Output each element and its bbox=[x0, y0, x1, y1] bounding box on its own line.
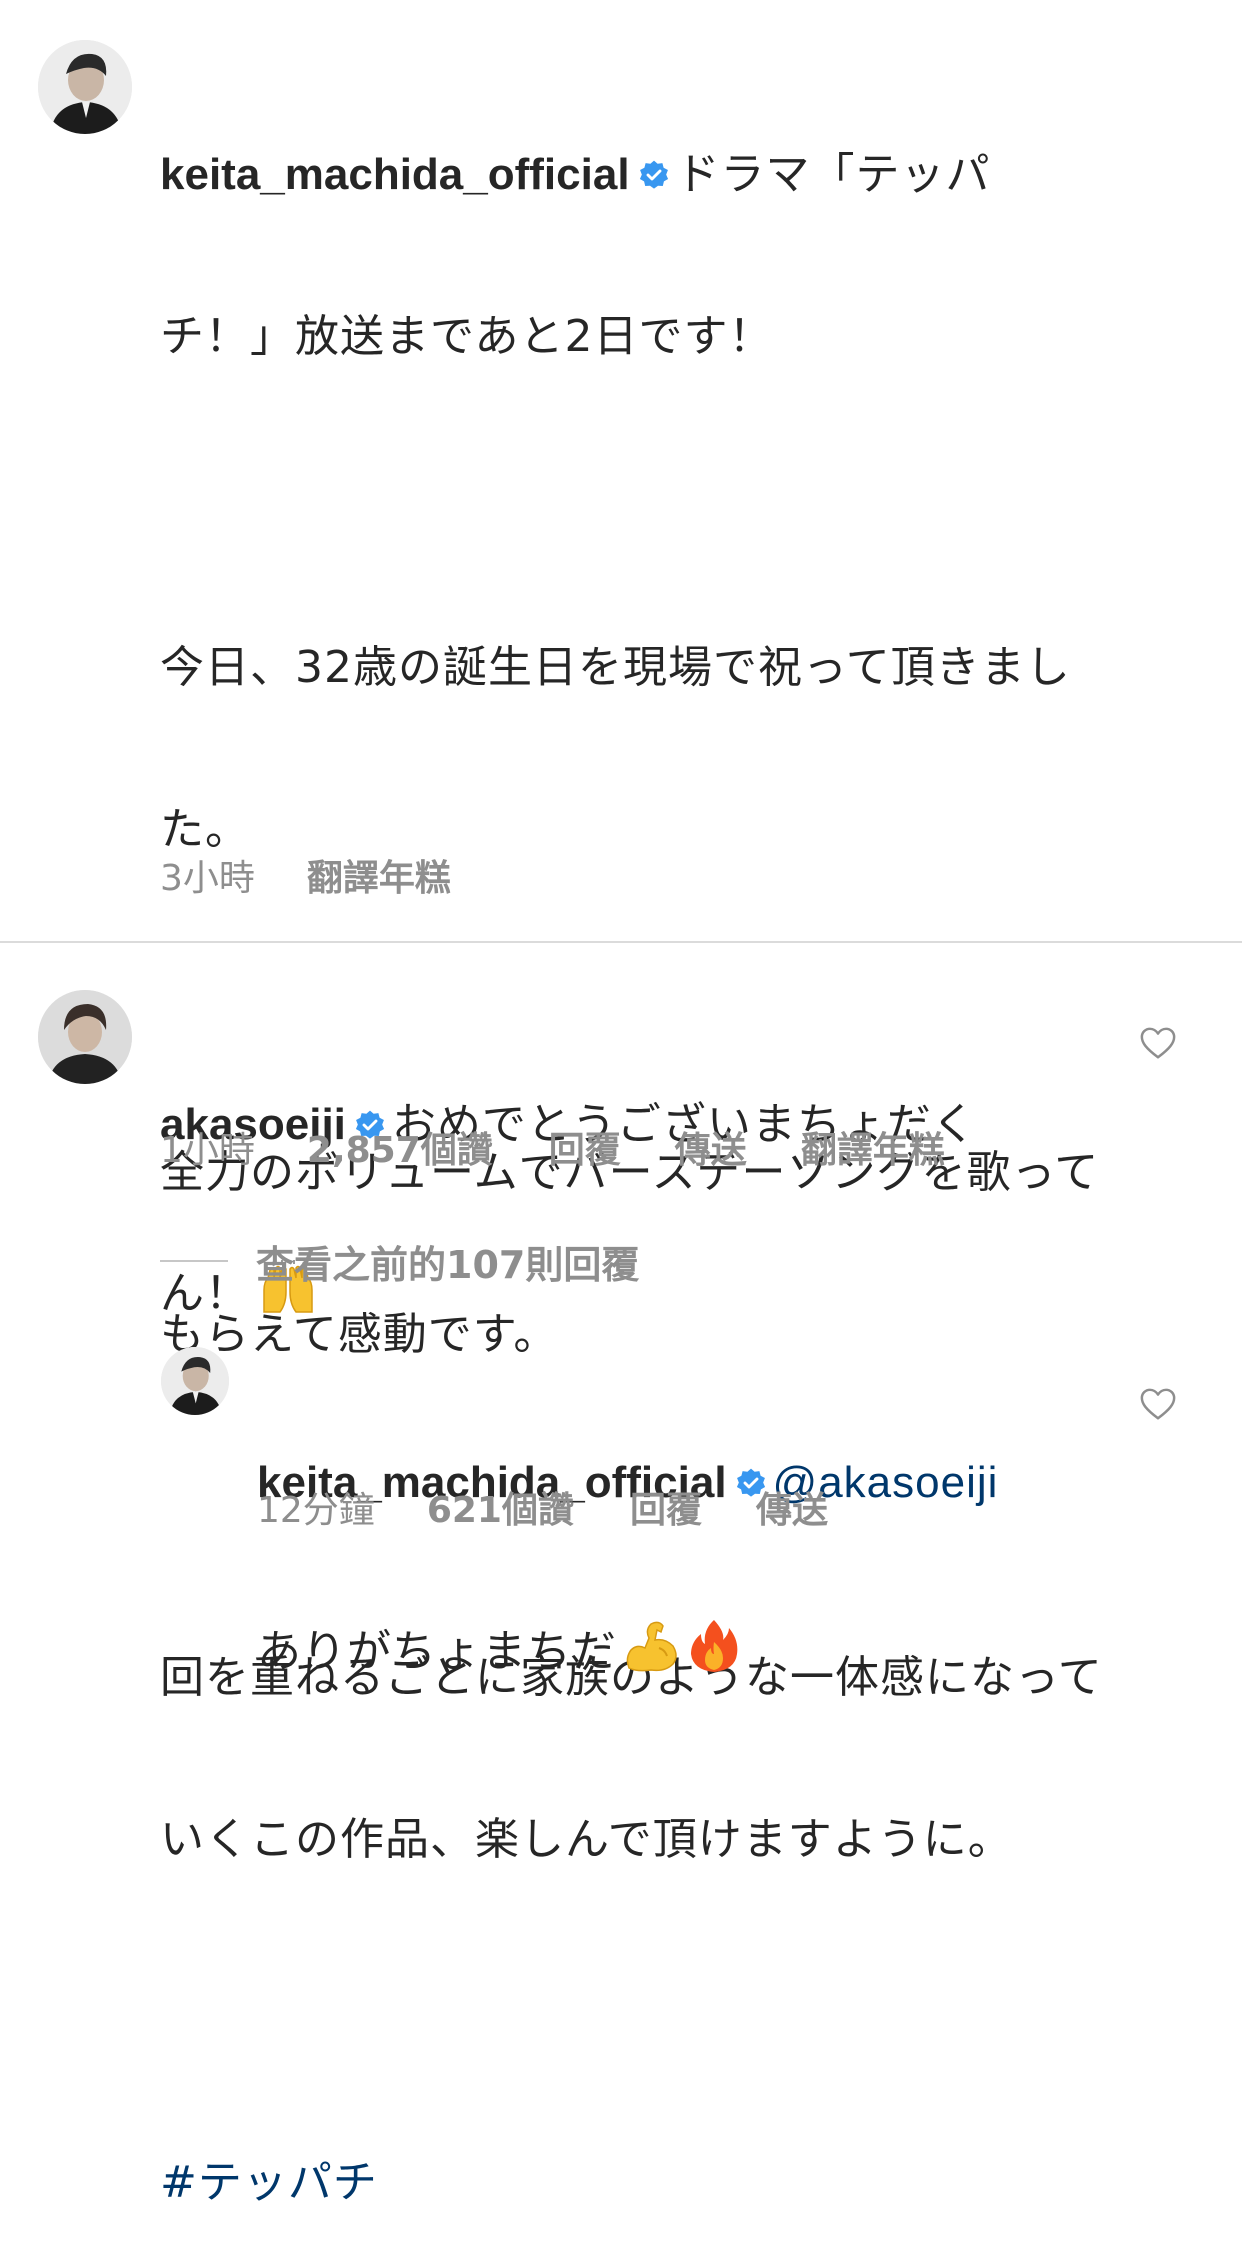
post-translate-button[interactable]: 翻譯年糕 bbox=[307, 849, 451, 901]
comment-reply-button[interactable]: 回覆 bbox=[549, 1121, 621, 1173]
caption-line-1: ドラマ「テッパ bbox=[675, 149, 991, 200]
post-author-avatar[interactable] bbox=[38, 40, 132, 134]
section-divider bbox=[0, 941, 1242, 943]
comment-translate-button[interactable]: 翻譯年糕 bbox=[801, 1121, 945, 1173]
caption-line-11: いくこの作品、楽しんで頂けますように。 bbox=[160, 1814, 1013, 1865]
flexed-biceps-icon bbox=[621, 1618, 681, 1674]
avatar-image bbox=[38, 990, 132, 1084]
reply-body: keita_machida_official @akasoeiji ありがちょまち… bbox=[257, 1348, 1077, 1728]
reply-timestamp: 12分鐘 bbox=[257, 1490, 375, 1531]
post-author-username[interactable]: keita_machida_official bbox=[160, 150, 630, 199]
verified-badge-icon bbox=[638, 159, 670, 191]
reply-likes-count[interactable]: 621個讚 bbox=[427, 1481, 574, 1533]
comment-author-avatar[interactable] bbox=[38, 990, 132, 1084]
post-meta-row: 3小時 翻譯年糕 bbox=[160, 850, 451, 900]
comment-like-heart-icon[interactable] bbox=[1139, 1025, 1177, 1063]
view-previous-replies-label: 查看之前的107則回覆 bbox=[256, 1242, 640, 1287]
view-previous-replies-button[interactable]: 查看之前的107則回覆 bbox=[160, 1236, 640, 1287]
reply-meta-row: 12分鐘 621個讚 回覆 傳送 bbox=[257, 1482, 828, 1532]
reply-send-button[interactable]: 傳送 bbox=[756, 1481, 828, 1533]
caption-line-4: 今日、32歳の誕生日を現場で祝って頂きまし bbox=[160, 642, 1071, 693]
reply-reply-button[interactable]: 回覆 bbox=[630, 1481, 702, 1533]
comment-body: akasoeiji おめでとうございまちょだく ん！ bbox=[160, 990, 1090, 1368]
fire-icon bbox=[687, 1618, 741, 1674]
reply-like-heart-icon[interactable] bbox=[1139, 1386, 1177, 1424]
comment-timestamp: 1小時 bbox=[160, 1130, 255, 1171]
comment-meta-row: 1小時 2,857個讚 回覆 傳送 翻譯年糕 bbox=[160, 1122, 945, 1172]
caption-line-2: チ！」放送まであと2日です！ bbox=[160, 311, 774, 362]
reply-author-avatar[interactable] bbox=[161, 1347, 229, 1415]
avatar-image bbox=[38, 40, 132, 134]
comment-likes-count[interactable]: 2,857個讚 bbox=[307, 1121, 493, 1173]
comment-send-button[interactable]: 傳送 bbox=[675, 1121, 747, 1173]
replies-divider-line bbox=[160, 1260, 228, 1262]
post-timestamp: 3小時 bbox=[160, 858, 255, 899]
reply-text: ありがちょまちだ bbox=[257, 1626, 617, 1677]
avatar-image bbox=[161, 1347, 229, 1415]
caption-first-line: keita_machida_official ドラマ「テッパ bbox=[160, 148, 1210, 202]
hashtag-link[interactable]: #テッパチ bbox=[160, 2156, 1210, 2210]
